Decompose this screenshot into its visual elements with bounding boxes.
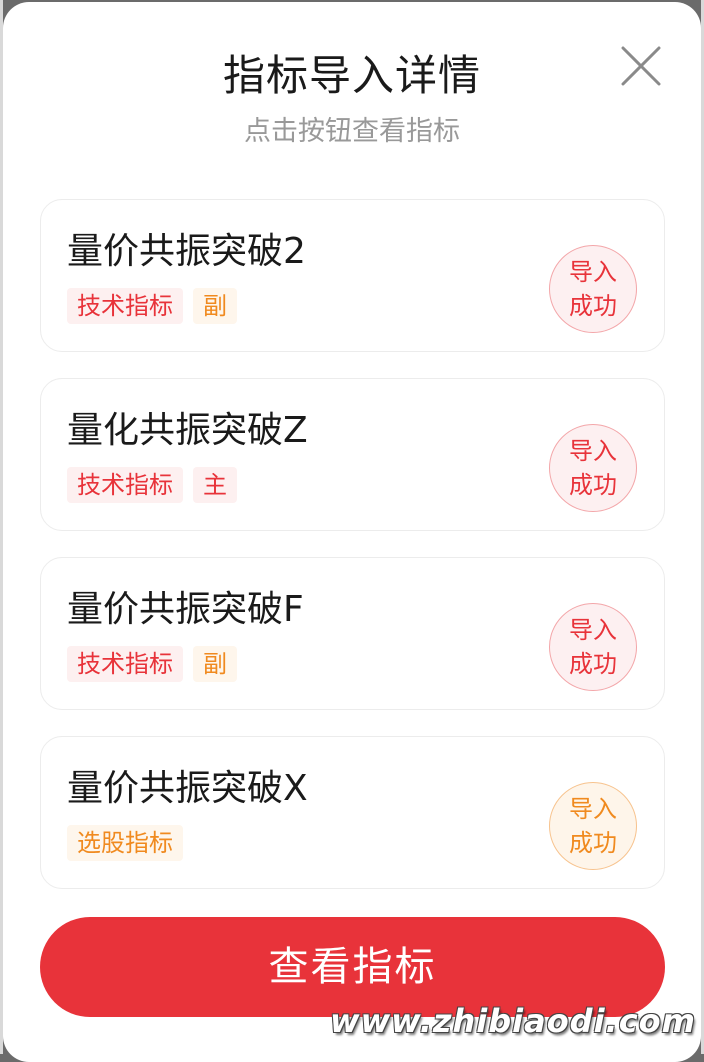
modal-subtitle: 点击按钮查看指标	[244, 116, 460, 147]
badge-line1: 导入	[569, 258, 617, 286]
badge-line2: 成功	[569, 292, 617, 320]
badge-line1: 导入	[569, 437, 617, 465]
import-success-badge: 导入 成功	[549, 603, 637, 691]
tag-type: 技术指标	[67, 467, 183, 503]
badge-line1: 导入	[569, 795, 617, 823]
modal-title: 指标导入详情	[222, 51, 481, 100]
site-watermark: www.zhibiaodi.com	[330, 1002, 696, 1040]
indicator-card[interactable]: 量价共振突破2 技术指标 副 导入 成功	[40, 199, 665, 352]
tag-position: 副	[193, 288, 237, 324]
badge-line2: 成功	[569, 471, 617, 499]
import-success-badge: 导入 成功	[549, 782, 637, 870]
tag-type: 技术指标	[67, 288, 183, 324]
indicator-name: 量化共振突破Z	[67, 410, 308, 451]
indicator-tags: 选股指标	[67, 825, 183, 861]
import-success-badge: 导入 成功	[549, 424, 637, 512]
badge-line2: 成功	[569, 650, 617, 678]
indicator-card[interactable]: 量化共振突破Z 技术指标 主 导入 成功	[40, 378, 665, 531]
indicator-name: 量价共振突破2	[67, 231, 306, 272]
indicator-tags: 技术指标 副	[67, 646, 237, 682]
tag-position: 主	[193, 467, 237, 503]
import-details-modal: 指标导入详情 点击按钮查看指标 量价共振突破2 技术指标 副 导入 成功 量化共…	[3, 2, 701, 1062]
indicator-tags: 技术指标 副	[67, 288, 237, 324]
indicator-name: 量价共振突破X	[67, 768, 308, 809]
indicator-list: 量价共振突破2 技术指标 副 导入 成功 量化共振突破Z 技术指标 主 导入 成…	[40, 199, 665, 915]
indicator-tags: 技术指标 主	[67, 467, 237, 503]
tag-position: 副	[193, 646, 237, 682]
badge-line1: 导入	[569, 616, 617, 644]
indicator-name: 量价共振突破F	[67, 589, 304, 630]
indicator-card[interactable]: 量价共振突破X 选股指标 导入 成功	[40, 736, 665, 889]
tag-type: 选股指标	[67, 825, 183, 861]
import-success-badge: 导入 成功	[549, 245, 637, 333]
badge-line2: 成功	[569, 829, 617, 857]
indicator-card[interactable]: 量价共振突破F 技术指标 副 导入 成功	[40, 557, 665, 710]
tag-type: 技术指标	[67, 646, 183, 682]
